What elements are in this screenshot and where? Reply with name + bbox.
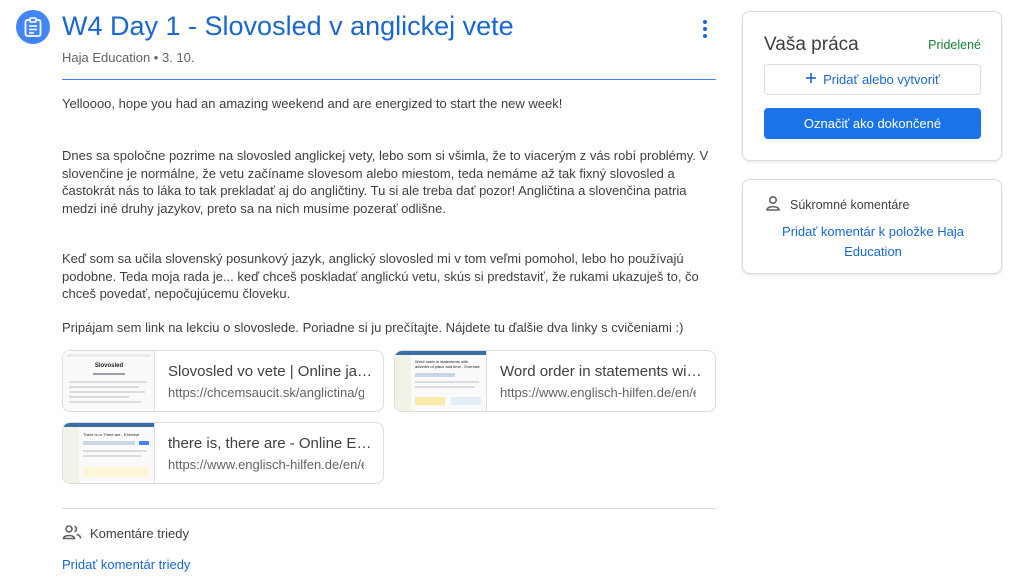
link-url: https://www.englisch-hilfen.de/en/exerci… xyxy=(168,457,364,472)
link-thumbnail: Word order in statements with adverbs of… xyxy=(395,351,487,411)
header-divider xyxy=(62,79,716,80)
description-paragraph: Yelloooo, hope you had an amazing weeken… xyxy=(62,96,563,111)
description-paragraph: Pripájam sem link na lekciu o slovoslede… xyxy=(62,320,684,335)
status-badge: Pridelené xyxy=(928,38,981,52)
meta-separator: • xyxy=(153,50,159,65)
people-icon xyxy=(62,524,82,543)
add-or-create-label: Pridať alebo vytvoriť xyxy=(823,72,940,87)
plus-icon xyxy=(805,72,817,87)
thumbnail-heading: There is or There are - Exercise xyxy=(83,432,140,437)
link-title: Word order in statements with adverbs xyxy=(500,363,705,380)
assignment-page: W4 Day 1 - Slovosled v anglickej vete Ha… xyxy=(0,0,1024,583)
add-or-create-button[interactable]: Pridať alebo vytvoriť xyxy=(764,64,981,95)
link-attachment-card[interactable]: There is or There are - Exercise there i… xyxy=(62,422,384,484)
person-icon xyxy=(765,195,781,214)
link-attachment-card[interactable]: Word order in statements with adverbs of… xyxy=(394,350,716,412)
comments-divider xyxy=(62,508,716,509)
add-private-comment-link[interactable]: Pridať komentár k položke Haja Education xyxy=(763,222,983,262)
assignment-title: W4 Day 1 - Slovosled v anglickej vete xyxy=(62,11,514,41)
add-class-comment-link[interactable]: Pridať komentár triedy xyxy=(62,557,190,572)
assignment-date: 3. 10. xyxy=(161,50,195,65)
assignment-icon xyxy=(16,10,50,44)
assignment-meta: Haja Education • 3. 10. xyxy=(62,50,195,65)
more-options-icon[interactable] xyxy=(697,17,713,41)
thumbnail-heading: Word order in statements with adverbs of… xyxy=(415,359,480,369)
link-title: Slovosled vo vete | Online jazykové kurz… xyxy=(168,363,373,380)
class-comments-label: Komentáre triedy xyxy=(90,526,189,541)
description-paragraph: Keď som sa učila slovenský posunkový jaz… xyxy=(62,251,699,302)
private-comments-header: Súkromné komentáre xyxy=(765,195,910,214)
mark-as-done-button[interactable]: Označiť ako dokončené xyxy=(764,108,981,139)
private-comments-panel: Súkromné komentáre Pridať komentár k pol… xyxy=(742,179,1002,274)
assignment-author: Haja Education xyxy=(62,50,151,65)
class-comments-header: Komentáre triedy xyxy=(62,524,189,543)
private-comments-label: Súkromné komentáre xyxy=(790,197,910,212)
link-thumbnail: Slovosled xyxy=(63,351,155,411)
link-thumbnail: There is or There are - Exercise xyxy=(63,423,155,483)
link-url: https://www.englisch-hilfen.de/en/exerci… xyxy=(500,385,696,400)
your-work-title: Vaša práca xyxy=(764,34,859,55)
your-work-panel: Vaša práca Pridelené Pridať alebo vytvor… xyxy=(742,11,1002,161)
link-title: there is, there are - Online Exercise xyxy=(168,435,373,452)
description-paragraph: Dnes sa spoločne pozrime na slovosled an… xyxy=(62,148,709,216)
link-attachment-card[interactable]: Slovosled Slovosled vo vete | Online jaz… xyxy=(62,350,384,412)
link-url: https://chcemsaucit.sk/anglictina/gramat… xyxy=(168,385,364,400)
thumbnail-heading: Slovosled xyxy=(94,363,124,369)
